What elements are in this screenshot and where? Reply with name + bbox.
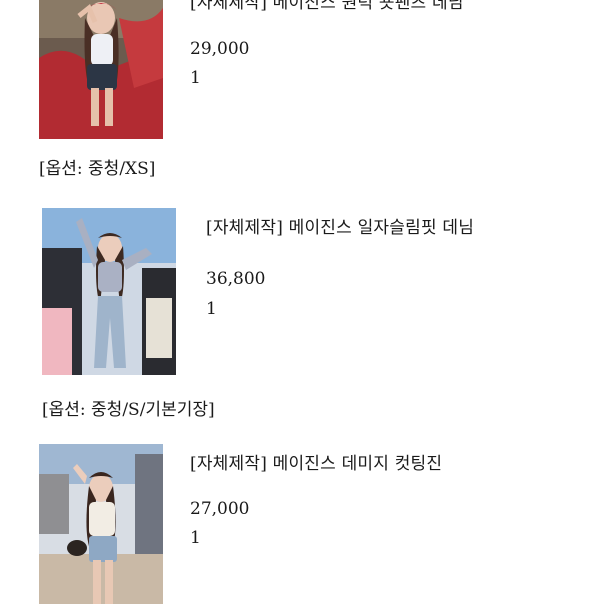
product-quantity: 1 xyxy=(190,68,201,88)
product-price: 27,000 xyxy=(190,499,250,519)
product-image[interactable] xyxy=(42,208,176,375)
product-title[interactable]: [자체제작] 메이진스 데미지 컷팅진 xyxy=(190,449,442,474)
product-option: [옵션: 중청/S/기본기장] xyxy=(42,400,215,420)
product-price: 29,000 xyxy=(190,39,250,59)
product-quantity: 1 xyxy=(206,299,217,319)
product-price: 36,800 xyxy=(206,269,266,289)
product-title[interactable]: [자체제작] 메이진스 원턱 숏팬츠 데님 xyxy=(190,0,464,13)
product-image[interactable] xyxy=(39,0,163,139)
product-quantity: 1 xyxy=(190,528,201,548)
product-option: [옵션: 중청/XS] xyxy=(39,159,156,179)
product-image[interactable] xyxy=(39,444,163,604)
product-title[interactable]: [자체제작] 메이진스 일자슬림핏 데님 xyxy=(206,213,474,238)
